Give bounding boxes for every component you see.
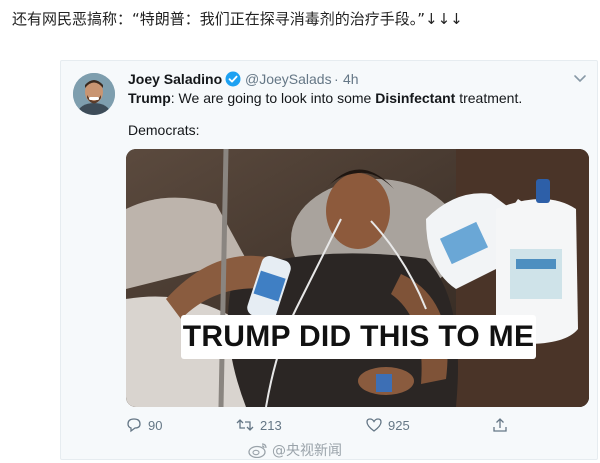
author-handle[interactable]: @JoeySalads xyxy=(245,71,332,87)
tweet-text-suffix: treatment. xyxy=(455,90,523,106)
heart-icon xyxy=(366,418,382,432)
tweet-media-image[interactable]: TRUMP DID THIS TO ME xyxy=(126,149,589,407)
tweet-text-speaker: Trump xyxy=(128,90,171,106)
meme-photo xyxy=(126,149,589,407)
separator-dot: · xyxy=(334,71,339,87)
author-name[interactable]: Joey Saladino xyxy=(128,71,222,87)
retweet-count: 213 xyxy=(260,417,282,433)
chevron-down-icon[interactable] xyxy=(573,71,587,85)
tweet-time[interactable]: 4h xyxy=(343,71,359,87)
like-button[interactable]: 925 xyxy=(366,417,410,433)
tweet-text-line1: Trump: We are going to look into some Di… xyxy=(128,90,522,106)
share-button[interactable] xyxy=(492,417,514,433)
meme-caption: TRUMP DID THIS TO ME xyxy=(181,315,536,359)
retweet-icon xyxy=(236,419,254,431)
like-count: 925 xyxy=(388,417,410,433)
reply-icon xyxy=(127,418,141,433)
reply-count: 90 xyxy=(148,417,163,433)
tweet-card[interactable]: Joey Saladino @JoeySalads · 4h Trump: We… xyxy=(60,60,598,460)
verified-badge-icon xyxy=(225,71,241,87)
weibo-icon xyxy=(248,443,267,458)
post-caption: 还有网民恶搞称：“特朗普：我们正在探寻消毒剂的治疗手段。”↓↓↓ xyxy=(12,10,463,28)
tweet-text-bold: Disinfectant xyxy=(375,90,456,106)
share-icon xyxy=(493,418,507,432)
tweet-actions: 90 213 925 xyxy=(126,417,589,437)
watermark: @央视新闻 xyxy=(248,440,342,460)
tweet-text-line2: Democrats: xyxy=(128,122,200,138)
watermark-text: @央视新闻 xyxy=(272,443,342,459)
retweet-button[interactable]: 213 xyxy=(236,417,282,433)
tweet-text-mid: : We are going to look into some xyxy=(170,90,376,106)
reply-button[interactable]: 90 xyxy=(126,417,162,433)
avatar[interactable] xyxy=(73,73,115,115)
